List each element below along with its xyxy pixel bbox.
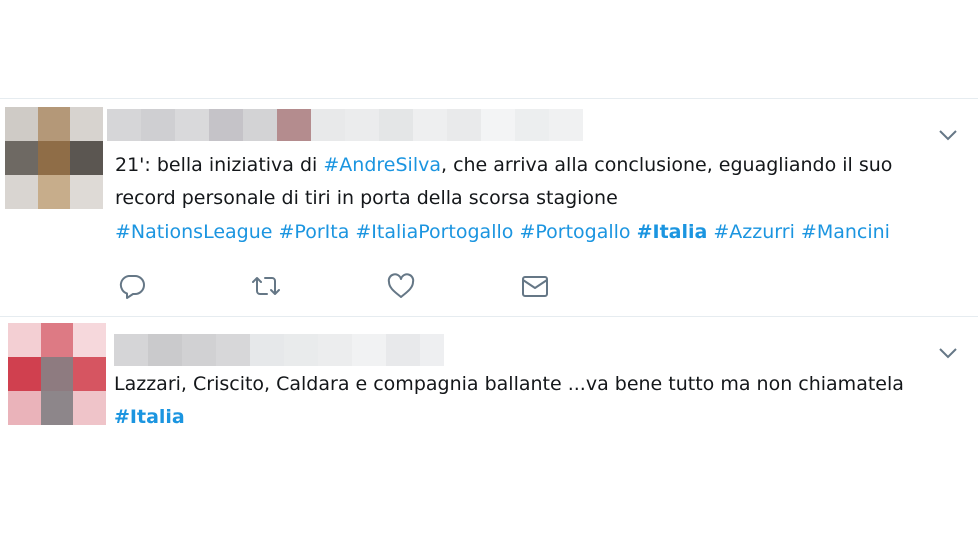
chevron-down-icon[interactable]	[937, 342, 959, 364]
tweet-text-line-1: Lazzari, Criscito, Caldara e compagnia b…	[114, 368, 904, 401]
like-icon[interactable]	[386, 271, 416, 301]
author-name-blurred[interactable]	[107, 109, 583, 141]
reply-icon[interactable]	[117, 271, 147, 301]
hashtag-link[interactable]: #NationsLeague	[115, 221, 272, 243]
tweet[interactable]: Lazzari, Criscito, Caldara e compagnia b…	[0, 317, 978, 544]
hashtag-link[interactable]: #Italia	[114, 406, 185, 428]
hashtag-link[interactable]: #Azzurri	[713, 221, 794, 243]
retweet-icon[interactable]	[251, 271, 281, 301]
chevron-down-icon[interactable]	[937, 124, 959, 146]
hashtag-link[interactable]: #PorIta	[279, 221, 350, 243]
hashtag-link[interactable]: #Mancini	[801, 221, 890, 243]
tweet-text-line-2: record personale di tiri in porta della …	[115, 182, 618, 215]
tweet-text-line-1: 21': bella iniziativa di #AndreSilva, ch…	[115, 149, 892, 182]
hashtag-line: #Italia	[114, 401, 185, 434]
hashtag-link[interactable]: #AndreSilva	[323, 154, 441, 176]
hashtag-link[interactable]: #Italia	[637, 221, 708, 243]
tweet[interactable]: 21': bella iniziativa di #AndreSilva, ch…	[0, 0, 978, 316]
tweet-text: 21': bella iniziativa di	[115, 154, 324, 176]
hashtag-link[interactable]: #ItaliaPortogallo	[355, 221, 513, 243]
direct-message-icon[interactable]	[520, 271, 550, 301]
tweet-text: Lazzari, Criscito, Caldara e compagnia b…	[114, 373, 904, 395]
avatar[interactable]	[5, 107, 103, 209]
avatar[interactable]	[8, 323, 106, 425]
hashtag-link[interactable]: #Portogallo	[519, 221, 630, 243]
tweet-text: record personale di tiri in porta della …	[115, 187, 618, 209]
hashtag-line: #NationsLeague #PorIta #ItaliaPortogallo…	[115, 216, 890, 249]
tweet-text: , che arriva alla conclusione, eguaglian…	[440, 154, 893, 176]
author-name-blurred[interactable]	[114, 334, 444, 366]
